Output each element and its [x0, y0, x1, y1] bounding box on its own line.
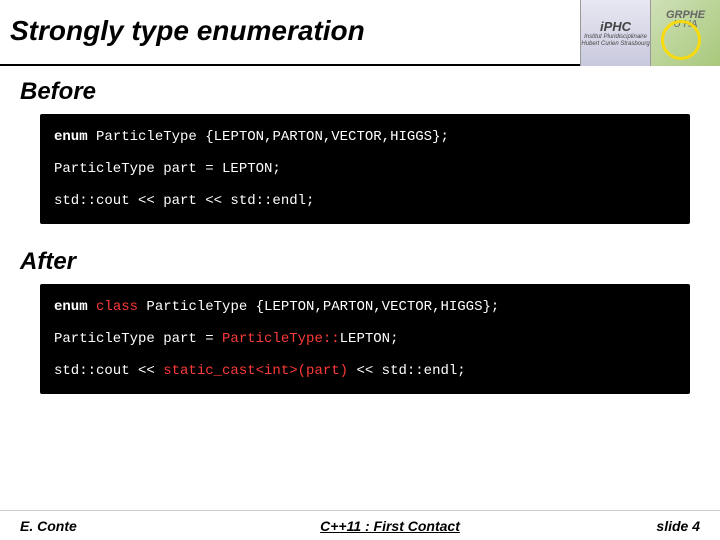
logo-grphe: GRPHE U HA	[650, 0, 720, 66]
kw-enum: enum	[54, 129, 96, 145]
before-code: enum ParticleType {LEPTON,PARTON,VECTOR,…	[40, 114, 690, 224]
logo-iphc-sub: Institut Pluridisciplinaire Hubert Curie…	[581, 34, 650, 48]
logo-area: iPHC Institut Pluridisciplinaire Hubert …	[580, 0, 720, 66]
logo-iphc-name: iPHC	[600, 19, 631, 34]
code-text: ParticleType {LEPTON,PARTON,VECTOR,HIGGS…	[138, 299, 499, 315]
footer-author: E. Conte	[20, 518, 160, 534]
hl-class: class	[96, 299, 138, 315]
code-text: std::cout <<	[54, 363, 163, 379]
after-label: After	[20, 248, 700, 276]
logo-iphc: iPHC Institut Pluridisciplinaire Hubert …	[580, 0, 650, 66]
ring-icon	[661, 20, 701, 60]
code-text: << std::endl;	[348, 363, 466, 379]
code-text: ParticleType {LEPTON,PARTON,VECTOR,HIGGS…	[96, 129, 449, 145]
hl-scope: ParticleType::	[222, 331, 340, 347]
footer-title: C++11 : First Contact	[160, 518, 620, 534]
code-line: std::cout << static_cast<int>(part) << s…	[54, 358, 676, 384]
code-line: enum ParticleType {LEPTON,PARTON,VECTOR,…	[54, 124, 676, 150]
hl-cast: static_cast<int>(part)	[163, 363, 348, 379]
after-code: enum class ParticleType {LEPTON,PARTON,V…	[40, 284, 690, 394]
code-text: ParticleType part =	[54, 331, 222, 347]
code-line: std::cout << part << std::endl;	[54, 188, 676, 214]
kw-enum: enum	[54, 299, 96, 315]
code-line: ParticleType part = LEPTON;	[54, 156, 676, 182]
content: Before enum ParticleType {LEPTON,PARTON,…	[0, 66, 720, 394]
footer-slide: slide 4	[620, 518, 700, 534]
code-text: LEPTON;	[340, 331, 399, 347]
code-line: enum class ParticleType {LEPTON,PARTON,V…	[54, 294, 676, 320]
footer: E. Conte C++11 : First Contact slide 4	[0, 510, 720, 540]
title-bar: Strongly type enumeration iPHC Institut …	[0, 0, 720, 66]
code-line: ParticleType part = ParticleType::LEPTON…	[54, 326, 676, 352]
before-label: Before	[20, 78, 700, 106]
slide-title: Strongly type enumeration	[10, 15, 365, 47]
